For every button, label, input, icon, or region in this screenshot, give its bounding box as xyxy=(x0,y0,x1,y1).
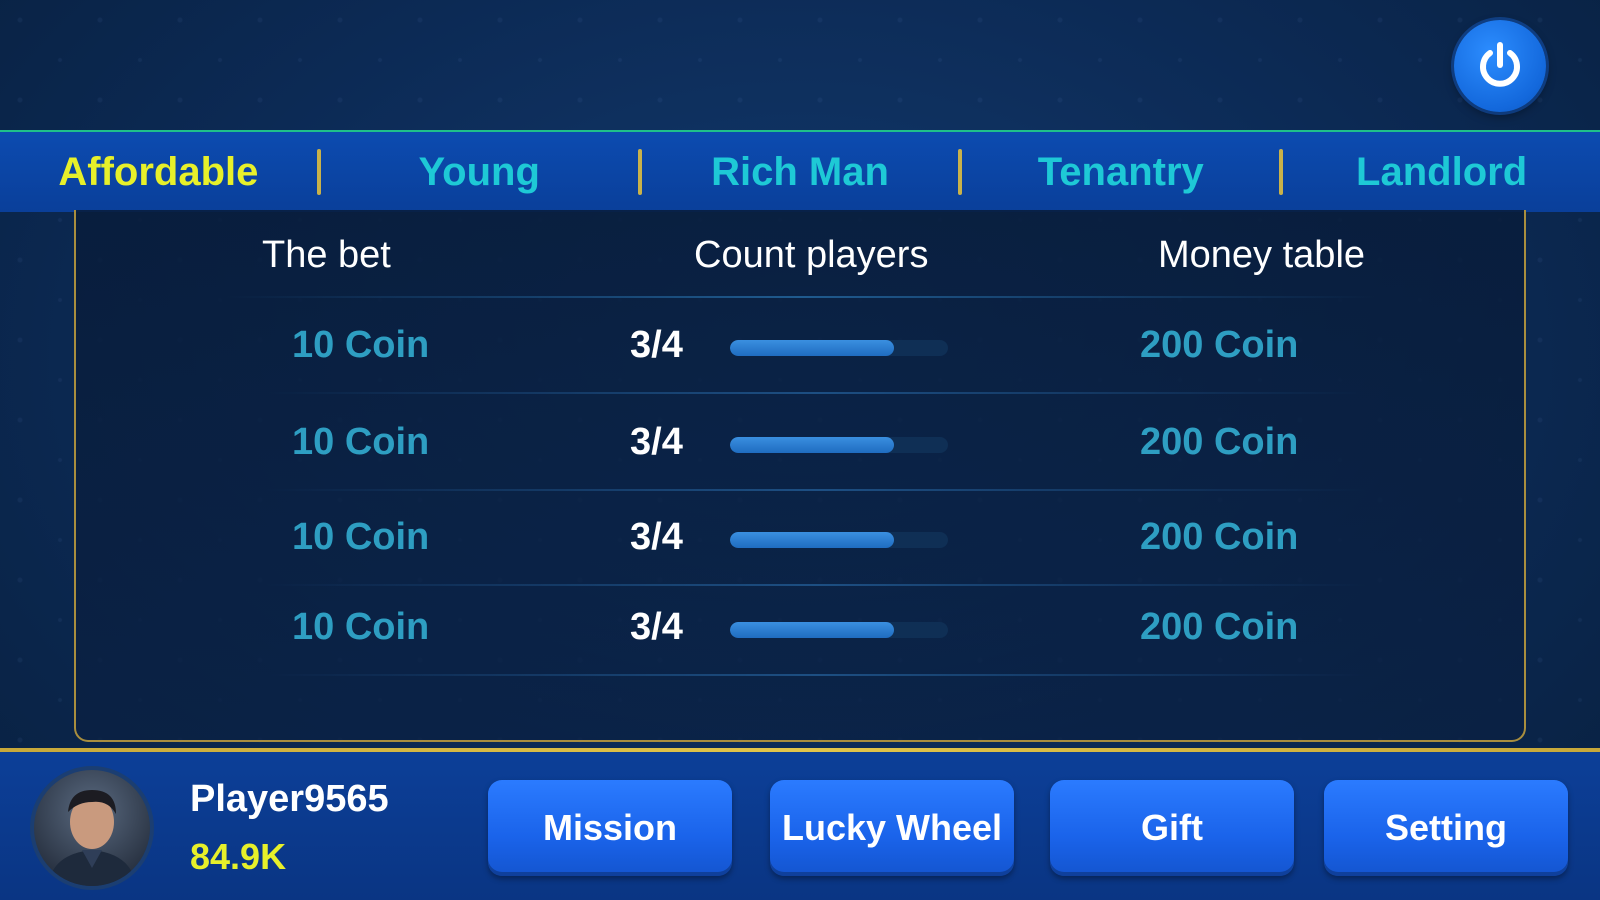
row-occupancy-fill xyxy=(730,437,894,453)
power-button[interactable] xyxy=(1454,20,1546,112)
mission-button[interactable]: Mission xyxy=(488,780,732,876)
header-money-table: Money table xyxy=(1158,234,1366,276)
row-money: 200 Coin xyxy=(1140,516,1299,558)
header-divider xyxy=(226,296,1376,298)
power-icon xyxy=(1480,42,1520,87)
row-divider xyxy=(266,674,1366,676)
row-occupancy-bar xyxy=(730,340,948,356)
row-occupancy-bar xyxy=(730,437,948,453)
tab-young[interactable]: Young xyxy=(321,132,638,212)
player-name: Player9565 xyxy=(190,778,389,820)
room-tabs: Affordable Young Rich Man Tenantry Landl… xyxy=(0,130,1600,212)
row-occupancy-bar xyxy=(730,532,948,548)
table-row[interactable]: 10 Coin 3/4 200 Coin xyxy=(76,399,1528,491)
lucky-wheel-button[interactable]: Lucky Wheel xyxy=(770,780,1014,876)
player-coins: 84.9K xyxy=(190,836,287,877)
table-list-panel: The bet Count players Money table 10 Coi… xyxy=(74,210,1526,742)
row-bet: 10 Coin xyxy=(292,606,430,648)
player-avatar-icon xyxy=(48,790,136,886)
gift-button[interactable]: Gift xyxy=(1050,780,1294,876)
tab-rich-man[interactable]: Rich Man xyxy=(642,132,959,212)
row-occupancy-fill xyxy=(730,622,894,638)
row-occupancy-bar xyxy=(730,622,948,638)
row-money: 200 Coin xyxy=(1140,324,1299,366)
row-count: 3/4 xyxy=(630,606,683,648)
row-money: 200 Coin xyxy=(1140,606,1299,648)
row-occupancy-fill xyxy=(730,340,894,356)
tab-landlord[interactable]: Landlord xyxy=(1283,132,1600,212)
footer-bar: Player9565 84.9K Mission Lucky Wheel Gif… xyxy=(0,752,1600,900)
row-occupancy-fill xyxy=(730,532,894,548)
header-bet: The bet xyxy=(262,234,391,276)
row-divider xyxy=(266,392,1366,394)
table-row[interactable]: 10 Coin 3/4 200 Coin xyxy=(76,494,1528,586)
table-row[interactable]: 10 Coin 3/4 200 Coin xyxy=(76,584,1528,676)
header-count-players: Count players xyxy=(694,234,929,276)
row-bet: 10 Coin xyxy=(292,324,430,366)
setting-button[interactable]: Setting xyxy=(1324,780,1568,876)
row-bet: 10 Coin xyxy=(292,421,430,463)
row-count: 3/4 xyxy=(630,421,683,463)
row-money: 200 Coin xyxy=(1140,421,1299,463)
player-avatar[interactable] xyxy=(30,766,154,890)
tab-tenantry[interactable]: Tenantry xyxy=(962,132,1279,212)
row-divider xyxy=(266,489,1366,491)
tab-affordable[interactable]: Affordable xyxy=(0,132,317,212)
row-bet: 10 Coin xyxy=(292,516,430,558)
row-count: 3/4 xyxy=(630,516,683,558)
table-row[interactable]: 10 Coin 3/4 200 Coin xyxy=(76,302,1528,394)
row-count: 3/4 xyxy=(630,324,683,366)
